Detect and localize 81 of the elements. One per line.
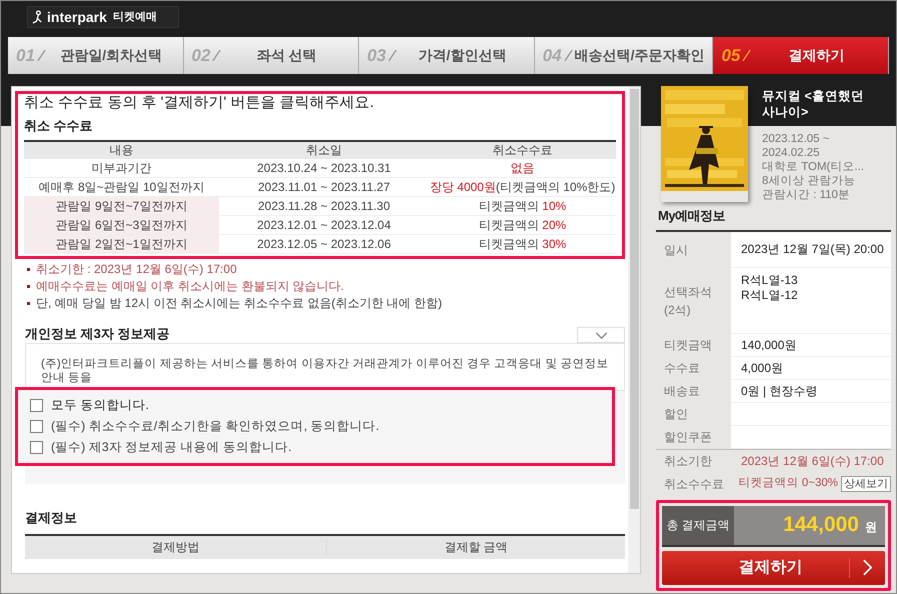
total-amount: 144,000 bbox=[783, 512, 859, 538]
checkbox[interactable] bbox=[30, 420, 43, 433]
row-value: 2023년 12월 6일(수) 17:00 bbox=[741, 453, 884, 470]
table-cell-text: 티켓금액의 20% bbox=[478, 216, 568, 234]
show-info: 대학로 TOM(티오... bbox=[762, 160, 865, 174]
bullet-icon bbox=[27, 268, 30, 270]
table-cell-text: 장당 4000원(티켓금액의 10%한도) bbox=[429, 178, 616, 196]
section-heading: 개인정보 제3자 정보제공 bbox=[25, 324, 170, 342]
row-label: 선택좌석 (2석) bbox=[663, 284, 713, 318]
show-title: 뮤지컬 <홀연했던 사나이> bbox=[762, 88, 865, 121]
table-cell-text: 예매후 8일~관람일 10일전까지 bbox=[38, 178, 206, 196]
slash-icon bbox=[388, 49, 398, 62]
show-info: 관람시간 : 110분 bbox=[762, 188, 851, 202]
step-tab[interactable]: 05 결제하기 bbox=[713, 37, 889, 74]
notice-text: 취소 수수료 동의 후 '결제하기' 버튼을 클릭해주세요. bbox=[24, 94, 375, 112]
row-value: 2023년 12월 7일(목) 20:00 bbox=[741, 241, 884, 258]
table-cell-text: 2023.12.05 ~ 2023.12.06 bbox=[256, 236, 392, 252]
table-cell-text: 2023.11.28 ~ 2023.11.30 bbox=[256, 198, 391, 214]
chevron-down-icon bbox=[594, 332, 608, 338]
table-cell-text: 2023.12.01 ~ 2023.12.04 bbox=[256, 216, 392, 234]
step-tab[interactable]: 03 가격/할인선택 bbox=[359, 37, 535, 74]
terms-text: (주)인터파크트리플이 제공하는 서비스를 통하여 이용자간 거래관계가 이루어진 경우 고객응대 및 공연정보 안내 등을 bbox=[41, 357, 610, 385]
note-text: 취소기한 : 2023년 12월 6일(수) 17:00 bbox=[36, 260, 237, 278]
table-cell-text: 2023.10.24 ~ 2023.10.31 bbox=[256, 160, 392, 176]
bullet-icon bbox=[27, 284, 30, 288]
details-button[interactable]: 상세보기 bbox=[841, 476, 891, 492]
checkbox[interactable] bbox=[30, 441, 43, 454]
show-info: 8세이상 관람가능 bbox=[762, 174, 857, 188]
note-text: 예매수수료는 예매일 이후 취소시에는 환불되지 않습니다. bbox=[36, 278, 344, 294]
currency-unit: 원 bbox=[865, 519, 877, 536]
row-label: 할인 bbox=[663, 406, 689, 423]
row-label: 할인쿠폰 bbox=[663, 429, 713, 446]
service-name: 티켓예매 bbox=[112, 10, 157, 25]
row-label: 수수료 bbox=[663, 360, 701, 377]
column-header: 취소수수료 bbox=[492, 142, 554, 159]
slash-icon bbox=[212, 49, 222, 62]
step-tab[interactable]: 04 배송선택/주문자확인 bbox=[534, 37, 714, 74]
logo-text: interpark bbox=[47, 8, 107, 27]
pay-button[interactable]: 결제하기 bbox=[662, 550, 885, 584]
note-text: 단, 예매 당일 밤 12시 이전 취소시에는 취소수수료 없음(취소기한 내에 한함) bbox=[36, 294, 442, 312]
running-figure-icon bbox=[32, 10, 43, 24]
section-heading: My예매정보 bbox=[657, 207, 726, 225]
row-value: 140,000원 bbox=[741, 336, 796, 354]
slash-icon bbox=[742, 49, 752, 62]
checkbox-label: 모두 동의합니다. bbox=[51, 397, 149, 414]
row-label: 취소수수료 bbox=[663, 476, 725, 493]
show-info: 2023.12.05 ~ 2024.02.25 bbox=[762, 132, 830, 160]
table-cell: 관람일 2일전~1일전까지 bbox=[24, 234, 219, 252]
table-cell: 관람일 9일전~7일전까지 bbox=[24, 196, 219, 214]
step-tab[interactable]: 02 좌석 선택 bbox=[184, 37, 360, 74]
checkbox[interactable] bbox=[30, 399, 43, 412]
column-header: 내용 bbox=[108, 142, 134, 159]
checkbox-label: (필수) 취소수수료/취소기한을 확인하였으며, 동의합니다. bbox=[51, 418, 380, 436]
scrollbar[interactable] bbox=[628, 87, 640, 573]
bullet-icon bbox=[27, 302, 30, 304]
row-label: 일시 bbox=[663, 242, 689, 258]
row-label: 배송료 bbox=[663, 383, 701, 400]
chevron-right-icon bbox=[863, 559, 872, 576]
table-cell-text: 미부과기간 bbox=[90, 160, 152, 176]
table-cell-text: 티켓금액의 10% bbox=[478, 198, 568, 214]
step-tab[interactable]: 01 관람일/회차선택 bbox=[8, 37, 184, 74]
slash-icon bbox=[564, 49, 573, 62]
table-cell: 관람일 6일전~3일전까지 bbox=[24, 216, 219, 234]
column-header: 결제할 금액 bbox=[443, 539, 509, 556]
column-header: 결제방법 bbox=[25, 538, 327, 556]
row-value: 0원 | 현장수령 bbox=[741, 382, 818, 400]
checkbox-label: (필수) 제3자 정보제공 내용에 동의합니다. bbox=[51, 439, 292, 456]
section-heading: 결제정보 bbox=[24, 509, 78, 527]
section-heading: 취소 수수료 bbox=[24, 117, 94, 135]
table-cell-text: 2023.11.01 ~ 2023.11.27 bbox=[256, 178, 391, 196]
row-label: 취소기한 bbox=[663, 453, 713, 470]
table-cell-text: 없음 bbox=[510, 160, 536, 176]
table-cell-text: 티켓금액의 30% bbox=[478, 236, 568, 252]
row-label: 티켓금액 bbox=[663, 337, 713, 354]
total-label: 총 결제금액 bbox=[662, 506, 734, 544]
slash-icon bbox=[36, 49, 46, 62]
row-value: R석L열-13 bbox=[741, 272, 798, 288]
row-value: R석L열-12 bbox=[741, 288, 798, 302]
column-header: 취소일 bbox=[305, 142, 343, 159]
row-value: 4,000원 bbox=[741, 360, 784, 376]
row-value: 티켓금액의 0~30% bbox=[738, 476, 838, 492]
